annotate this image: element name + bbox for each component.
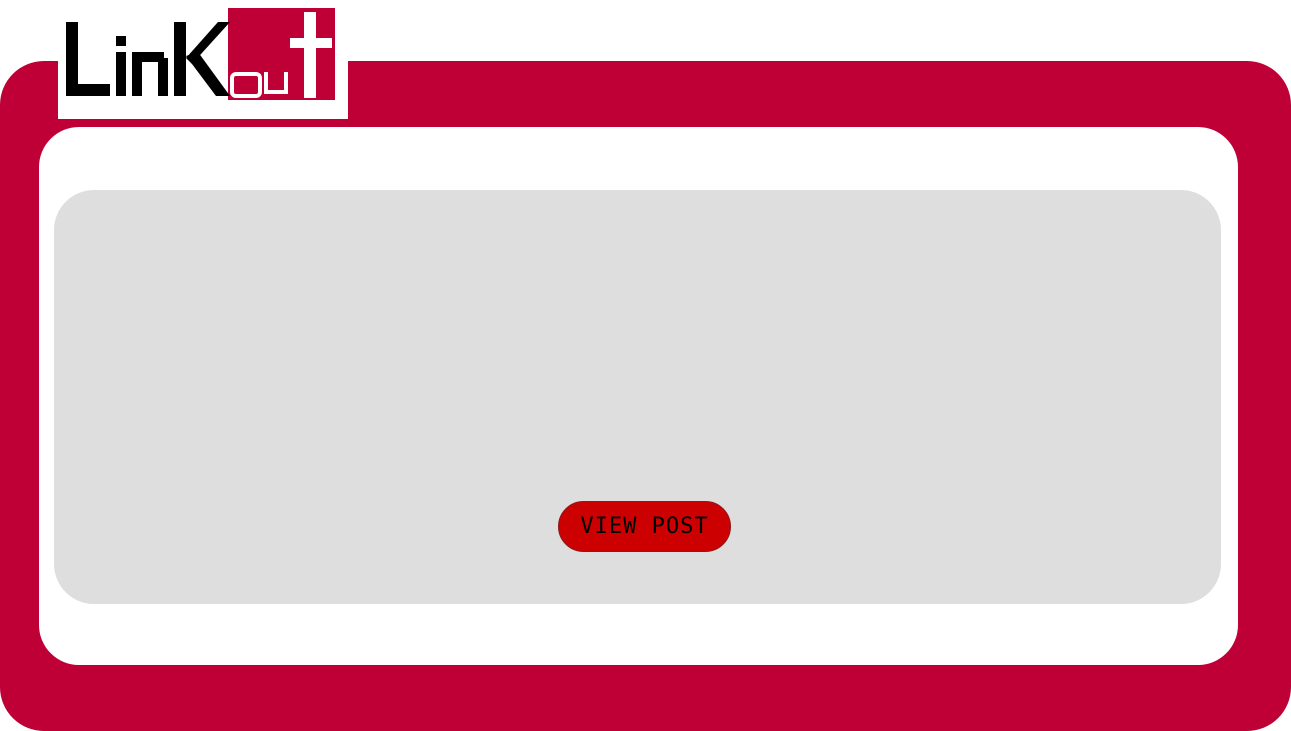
view-post-button[interactable]: VIEW POST <box>558 501 731 552</box>
linkout-logo[interactable] <box>58 8 348 119</box>
logo-graphic <box>66 8 335 100</box>
